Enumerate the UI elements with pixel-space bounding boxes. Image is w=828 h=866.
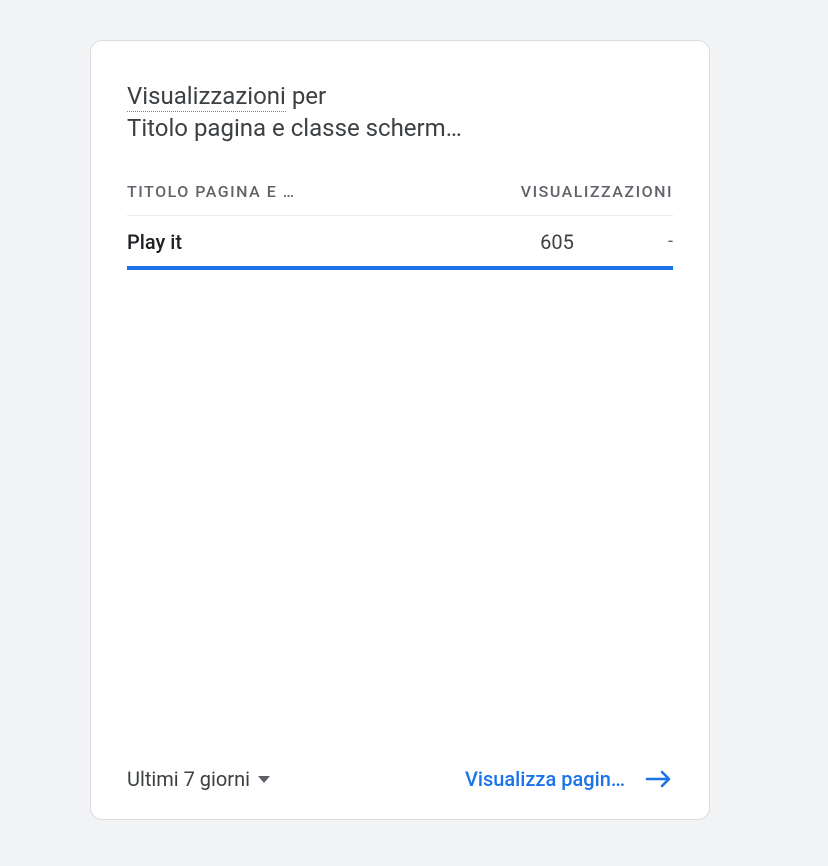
dimension-name[interactable]: Titolo pagina e classe scherm… (127, 112, 673, 146)
arrow-right-icon (645, 769, 673, 789)
row-dimension-value: Play it (127, 230, 497, 254)
table-header: TITOLO PAGINA E … VISUALIZZAZIONI (127, 170, 673, 216)
row-delta-value: - (617, 231, 673, 252)
date-range-label: Ultimi 7 giorni (127, 767, 250, 791)
metric-name-underlined[interactable]: Visualizzazioni (127, 82, 286, 112)
row-bar-fill (127, 266, 673, 270)
date-range-picker[interactable]: Ultimi 7 giorni (127, 767, 270, 791)
title-per: per (286, 82, 326, 110)
card-spacer (127, 270, 673, 755)
row-metric-value: 605 (497, 230, 617, 254)
analytics-card: Visualizzazioni per Titolo pagina e clas… (90, 40, 710, 820)
card-footer: Ultimi 7 giorni Visualizza pagin… (127, 755, 673, 791)
chevron-down-icon (258, 776, 270, 783)
view-report-link[interactable]: Visualizza pagin… (465, 767, 673, 791)
table-row[interactable]: Play it 605 - (127, 216, 673, 264)
title-line-1: Visualizzazioni per (127, 81, 326, 112)
column-header-metric: VISUALIZZAZIONI (521, 182, 673, 201)
column-header-dimension: TITOLO PAGINA E … (127, 182, 521, 201)
row-bar-track (127, 266, 673, 270)
card-title: Visualizzazioni per Titolo pagina e clas… (127, 81, 673, 146)
view-report-label: Visualizza pagin… (465, 767, 625, 791)
